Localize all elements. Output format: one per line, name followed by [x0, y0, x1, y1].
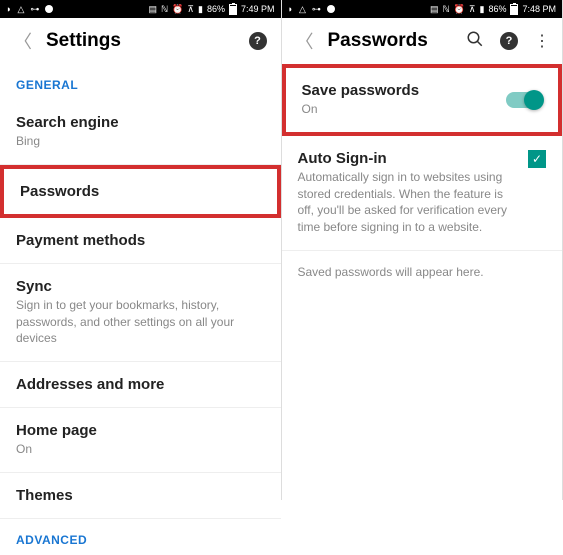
nfc-icon: ℕ [442, 4, 449, 15]
battery-icon [510, 4, 518, 15]
search-engine-item[interactable]: Search engine Bing [0, 100, 281, 165]
item-label: Auto Sign-in [298, 150, 519, 167]
back-icon[interactable]: 〈 [296, 28, 314, 54]
save-passwords-toggle[interactable] [506, 92, 542, 108]
payment-methods-item[interactable]: Payment methods [0, 218, 281, 264]
auto-signin-checkbox[interactable]: ✓ [528, 150, 546, 168]
status-bar: ◗ △ ⊶ ▤ ℕ ⏰ ⊼ ▮ 86% 7:49 PM [0, 0, 281, 18]
item-sub: Bing [16, 133, 265, 150]
advanced-section-header: ADVANCED [0, 519, 281, 555]
clock: 7:49 PM [241, 4, 275, 14]
back-icon[interactable]: 〈 [14, 28, 32, 54]
alarm-icon: ⏰ [172, 4, 183, 15]
item-sub: Sign in to get your bookmarks, history, … [16, 297, 265, 347]
sync-item[interactable]: Sync Sign in to get your bookmarks, hist… [0, 264, 281, 362]
home-page-item[interactable]: Home page On [0, 408, 281, 473]
settings-header: 〈 Settings ? [0, 18, 281, 64]
general-section-header: GENERAL [0, 64, 281, 100]
passwords-item[interactable]: Passwords [0, 165, 281, 218]
moon-icon: ◗ [288, 4, 293, 14]
item-label: Save passwords [302, 82, 420, 99]
item-label: Payment methods [16, 232, 265, 249]
item-label: Home page [16, 422, 265, 439]
item-sub: On [302, 101, 420, 118]
key-icon: ⊶ [30, 4, 39, 15]
page-title: Passwords [328, 30, 467, 52]
save-passwords-item[interactable]: Save passwords On [282, 64, 563, 136]
item-sub: On [16, 441, 265, 458]
passwords-header: 〈 Passwords ? ⋮ [282, 18, 563, 64]
battery-icon [229, 4, 237, 15]
arc-icon [45, 5, 53, 13]
status-bar: ◗ △ ⊶ ▤ ℕ ⏰ ⊼ ▮ 86% 7:48 PM [282, 0, 563, 18]
vibrate-icon: ▤ [430, 4, 439, 15]
battery-pct: 86% [207, 4, 225, 14]
search-icon[interactable] [466, 30, 484, 53]
battery-pct: 86% [488, 4, 506, 14]
cloud-icon: △ [299, 4, 306, 15]
moon-icon: ◗ [6, 4, 11, 14]
settings-screen: ◗ △ ⊶ ▤ ℕ ⏰ ⊼ ▮ 86% 7:49 PM 〈 Settings ? [0, 0, 282, 500]
help-icon[interactable]: ? [500, 32, 518, 50]
auto-signin-item[interactable]: Auto Sign-in Automatically sign in to we… [282, 136, 563, 251]
wifi-icon: ⊼ [187, 4, 194, 15]
key-icon: ⊶ [312, 4, 321, 15]
alarm-icon: ⏰ [454, 4, 465, 15]
clock: 7:48 PM [522, 4, 556, 14]
signal-icon: ▮ [480, 4, 485, 15]
passwords-screen: ◗ △ ⊶ ▤ ℕ ⏰ ⊼ ▮ 86% 7:48 PM 〈 Passwords [282, 0, 563, 500]
more-icon[interactable]: ⋮ [534, 31, 548, 51]
page-title: Settings [46, 30, 249, 52]
item-label: Passwords [20, 183, 261, 200]
arc-icon [327, 5, 335, 13]
item-sub: Automatically sign in to websites using … [298, 169, 519, 236]
themes-item[interactable]: Themes [0, 473, 281, 519]
cloud-icon: △ [17, 4, 24, 15]
item-label: Search engine [16, 114, 265, 131]
vibrate-icon: ▤ [148, 4, 157, 15]
nfc-icon: ℕ [161, 4, 168, 15]
saved-passwords-info: Saved passwords will appear here. [282, 251, 563, 293]
wifi-icon: ⊼ [469, 4, 476, 15]
item-label: Themes [16, 487, 265, 504]
item-label: Addresses and more [16, 376, 265, 393]
addresses-item[interactable]: Addresses and more [0, 362, 281, 408]
item-label: Sync [16, 278, 265, 295]
signal-icon: ▮ [198, 4, 203, 15]
help-icon[interactable]: ? [249, 32, 267, 50]
